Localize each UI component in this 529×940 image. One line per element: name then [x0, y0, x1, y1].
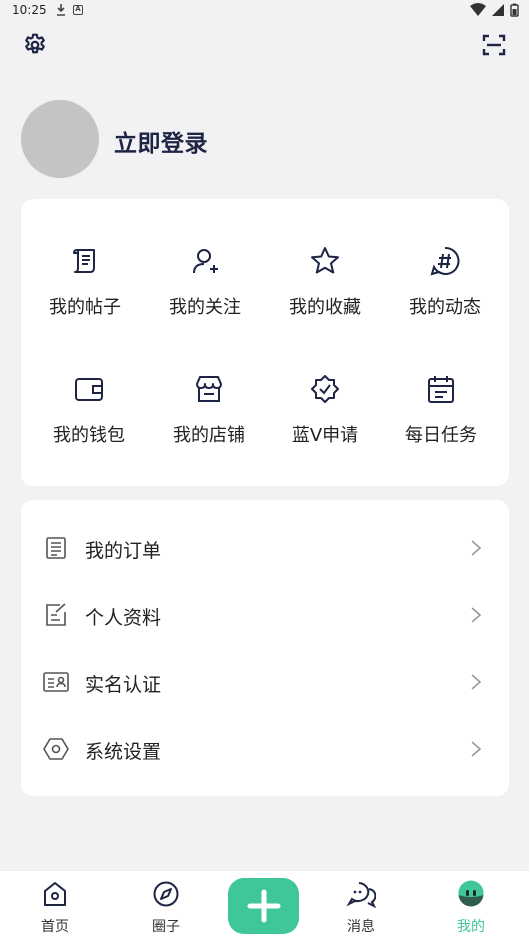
hexagon-settings-icon — [43, 738, 69, 760]
settings-button[interactable] — [20, 30, 50, 60]
follow-user-icon — [193, 249, 218, 274]
grid-label: 蓝V申请 — [291, 425, 359, 446]
chevron-right-icon — [471, 674, 482, 690]
grid-item-my-shop[interactable]: 我的店铺 — [154, 371, 264, 471]
star-icon — [311, 247, 339, 274]
scan-button[interactable] — [479, 30, 509, 60]
wallet-icon — [75, 378, 103, 401]
shortcut-grid-card: 我的帖子 我的关注 我的收藏 我的动态 我的钱包 我的店铺 蓝V申请 每日任务 — [21, 199, 509, 486]
list-item-label: 系统设置 — [85, 741, 162, 763]
nav-label: 首页 — [41, 919, 69, 935]
grid-item-daily-tasks[interactable]: 每日任务 — [386, 371, 496, 471]
bottom-nav: 首页 圈子 消息 我的 — [0, 870, 529, 940]
signal-icon — [491, 4, 504, 16]
nav-label: 圈子 — [152, 919, 180, 935]
shop-icon — [196, 376, 222, 402]
calendar-icon — [428, 376, 454, 403]
scan-icon — [482, 34, 506, 56]
profile-screen: 10:25 A 立即登录 我的帖子 我的关注 我的收藏 我的动态 我的钱包 我的… — [0, 0, 529, 940]
order-icon — [46, 537, 66, 559]
a-badge-icon: A — [73, 5, 83, 15]
list-item-label: 我的订单 — [85, 540, 162, 562]
grid-label: 我的收藏 — [289, 297, 361, 318]
status-indicators — [469, 3, 519, 19]
post-icon — [73, 249, 95, 273]
mine-face-icon — [458, 880, 484, 907]
grid-item-my-favorites[interactable]: 我的收藏 — [270, 243, 380, 343]
list-item-label: 实名认证 — [85, 674, 162, 696]
nav-mine[interactable]: 我的 — [431, 879, 511, 936]
grid-item-my-follows[interactable]: 我的关注 — [150, 243, 260, 343]
status-time: 10:25 — [12, 3, 47, 17]
list-item-system-settings[interactable]: 系统设置 — [21, 715, 509, 781]
nav-messages[interactable]: 消息 — [321, 879, 401, 936]
list-item-my-orders[interactable]: 我的订单 — [21, 514, 509, 580]
grid-label: 我的钱包 — [53, 425, 125, 446]
list-item-personal-info[interactable]: 个人资料 — [21, 581, 509, 647]
grid-label: 我的帖子 — [49, 297, 121, 318]
publish-button[interactable] — [228, 878, 299, 934]
grid-item-my-wallet[interactable]: 我的钱包 — [34, 371, 144, 471]
menu-list-card: 我的订单 个人资料 实名认证 系统设置 — [21, 500, 509, 796]
id-card-icon — [43, 672, 69, 692]
nav-circle[interactable]: 圈子 — [126, 879, 206, 936]
grid-label: 我的店铺 — [173, 425, 245, 446]
plus-icon — [247, 889, 280, 923]
login-button[interactable]: 立即登录 — [114, 124, 208, 158]
list-item-label: 个人资料 — [85, 607, 162, 629]
grid-item-blue-v-apply[interactable]: 蓝V申请 — [270, 371, 380, 471]
avatar[interactable] — [21, 100, 99, 178]
verified-badge-icon — [311, 375, 339, 403]
battery-icon — [510, 3, 519, 17]
chevron-right-icon — [471, 540, 482, 556]
list-item-real-name-auth[interactable]: 实名认证 — [21, 648, 509, 714]
status-bar: 10:25 A — [0, 0, 529, 22]
chevron-right-icon — [471, 741, 482, 757]
nav-home[interactable]: 首页 — [15, 879, 95, 936]
nav-label: 消息 — [347, 919, 375, 935]
grid-label: 我的动态 — [409, 297, 481, 318]
wifi-icon — [469, 3, 486, 16]
nav-label: 我的 — [457, 919, 485, 935]
grid-item-my-activity[interactable]: 我的动态 — [390, 243, 500, 343]
compass-icon — [153, 881, 179, 907]
download-icon — [57, 4, 65, 16]
gear-icon — [25, 33, 45, 54]
edit-profile-icon — [46, 603, 66, 626]
grid-label: 我的关注 — [169, 297, 241, 318]
grid-label: 每日任务 — [405, 425, 477, 446]
chevron-right-icon — [471, 607, 482, 623]
hashtag-icon — [430, 246, 460, 276]
home-icon — [44, 882, 66, 906]
grid-item-my-posts[interactable]: 我的帖子 — [30, 243, 140, 343]
chat-icon — [346, 882, 376, 908]
